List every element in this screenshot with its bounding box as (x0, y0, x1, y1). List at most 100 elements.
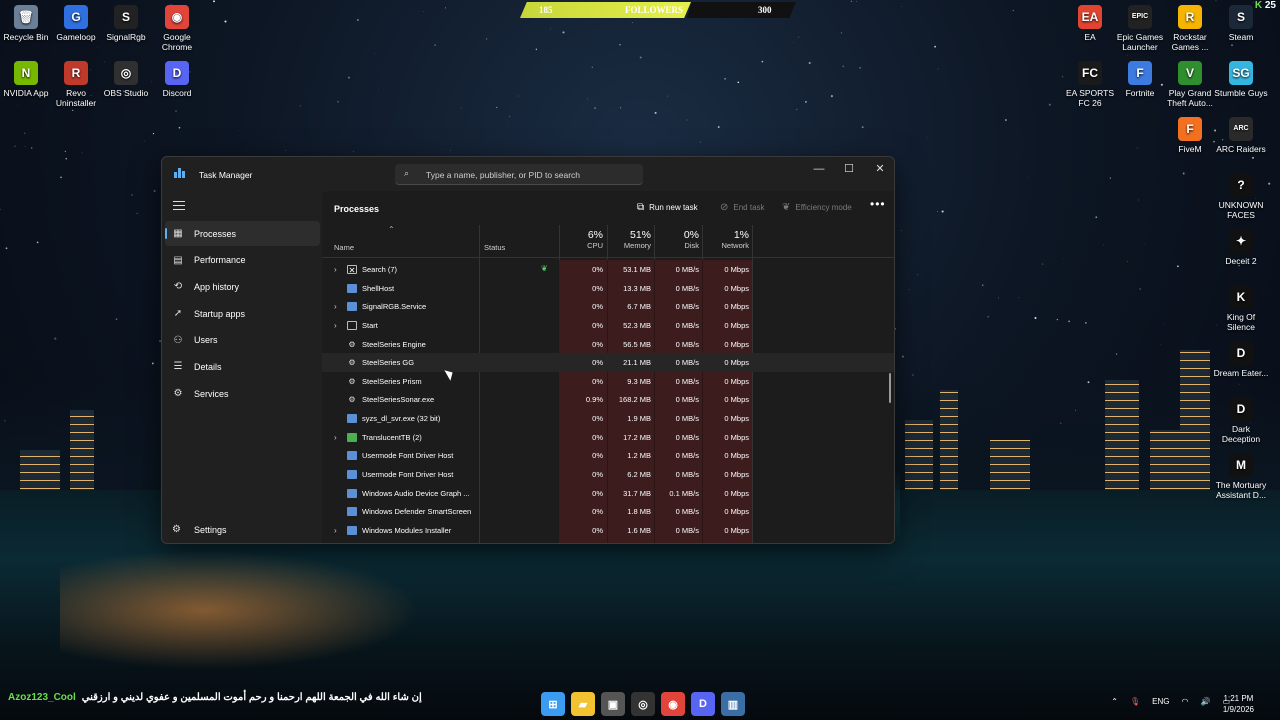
title-bar[interactable]: Task Manager ⌕ Type a name, publisher, o… (162, 157, 894, 191)
process-row[interactable]: syzs_dl_svr.exe (32 bit) 0% 1.9 MB 0 MB/s 0 … (322, 409, 894, 428)
desktop-shortcut[interactable]: G Gameloop (48, 5, 104, 42)
vertical-scrollbar[interactable] (889, 373, 891, 403)
hamburger-menu-icon[interactable] (173, 201, 185, 213)
nav-processes[interactable]: ▦ Processes (165, 221, 320, 246)
column-cpu[interactable]: 6% CPU (559, 225, 607, 257)
star (856, 0, 857, 2)
desktop-shortcut[interactable]: EA EA (1062, 5, 1118, 42)
process-row[interactable]: ⚙ SteelSeries Prism 0% 9.3 MB 0 MB/s 0 Mbps (322, 372, 894, 391)
process-row[interactable]: Windows Defender SmartScreen 0% 1.8 MB 0 MB… (322, 502, 894, 521)
nav-services[interactable]: ⚙ Services (165, 381, 320, 406)
steelseries-icon: ⚙ (348, 339, 356, 349)
desktop-shortcut[interactable]: 🗑 Recycle Bin (0, 5, 54, 42)
taskbar-clock[interactable]: 1:21 PM 1/9/2026 (1223, 693, 1254, 715)
file-explorer-icon[interactable]: ▰ (571, 692, 595, 716)
gta-icon: V (1178, 61, 1202, 85)
expand-chevron-icon[interactable]: › (334, 321, 337, 330)
star (842, 65, 845, 68)
nav-details[interactable]: ☰ Details (165, 354, 320, 379)
desktop-shortcut[interactable]: N NVIDIA App (0, 61, 54, 98)
nav-startup-apps[interactable]: ➚ Startup apps (165, 301, 320, 326)
volume-icon[interactable]: 🔊 (1200, 697, 1210, 706)
desktop-shortcut[interactable]: V Play Grand Theft Auto... (1162, 61, 1218, 108)
process-row[interactable]: › SignalRGB.Service 0% 6.7 MB 0 MB/s 0 Mbps (322, 297, 894, 316)
star (54, 337, 57, 340)
chevron-up-icon[interactable]: ⌃ (1111, 697, 1118, 706)
process-row[interactable]: ⚙ SteelSeries Engine 0% 56.5 MB 0 MB/s 0 Mbps (322, 335, 894, 354)
desktop-shortcut[interactable]: D Dark Deception (1213, 397, 1269, 444)
desktop-shortcut[interactable]: ◉ Google Chrome (149, 5, 205, 52)
star (496, 106, 498, 108)
process-row[interactable]: › TranslucentTB (2) 0% 17.2 MB 0 MB/s 0 Mbps (322, 428, 894, 447)
desktop-shortcut[interactable]: ARC ARC Raiders (1213, 117, 1269, 154)
expand-chevron-icon[interactable]: › (334, 302, 337, 311)
expand-chevron-icon[interactable]: › (334, 265, 337, 274)
column-memory[interactable]: 51% Memory (607, 225, 654, 257)
column-disk[interactable]: 0% Disk (654, 225, 702, 257)
nav-app-history[interactable]: ⟲ App history (165, 274, 320, 299)
star (761, 60, 764, 63)
star (178, 126, 181, 129)
microsoft-store-icon[interactable]: ▣ (601, 692, 625, 716)
windows-start-icon[interactable]: ⊞ (541, 692, 565, 716)
desktop-shortcut[interactable]: D Discord (149, 61, 205, 98)
star (1252, 1, 1254, 3)
desktop-shortcut[interactable]: R Revo Uninstaller (48, 61, 104, 108)
minimize-button[interactable]: — (804, 160, 834, 178)
desktop-shortcut[interactable]: S SignalRgb (98, 5, 154, 42)
expand-chevron-icon[interactable]: › (334, 526, 337, 535)
nav-settings[interactable]: ⚙ Settings (165, 517, 320, 542)
end-task-button[interactable]: ⊘ End task (720, 202, 765, 213)
desktop-shortcut[interactable]: ◎ OBS Studio (98, 61, 154, 98)
desktop-shortcut[interactable]: SG Stumble Guys (1213, 61, 1269, 98)
sort-arrow-icon: ⌃ (388, 225, 395, 234)
process-row[interactable]: › ✕ Search (7) ❦ 0% 53.1 MB 0 MB/s 0 Mbps (322, 260, 894, 279)
process-row[interactable]: ⚙ SteelSeries GG 0% 21.1 MB 0 MB/s 0 Mbps (322, 353, 894, 372)
desktop-shortcut[interactable]: ? UNKNOWN FACES (1213, 173, 1269, 220)
chrome-taskbar-icon[interactable]: ◉ (661, 692, 685, 716)
star (64, 150, 66, 152)
wifi-icon[interactable]: ◠ (1181, 697, 1188, 706)
nav-performance[interactable]: ▤ Performance (165, 248, 320, 273)
process-row[interactable]: › Windows Modules Installer 0% 1.6 MB 0 MB/s… (322, 521, 894, 540)
process-row[interactable]: Windows Audio Device Graph ... 0% 31.7 MB 0… (322, 484, 894, 503)
desktop-shortcut[interactable]: R Rockstar Games ... (1162, 5, 1218, 52)
obs-taskbar-icon[interactable]: ◎ (631, 692, 655, 716)
process-cpu: 0% (592, 283, 603, 293)
process-row[interactable]: Usermode Font Driver Host 0% 6.2 MB 0 MB/s 0… (322, 465, 894, 484)
efficiency-mode-button[interactable]: ❦ Efficiency mode (782, 202, 852, 213)
column-network[interactable]: 1% Network (702, 225, 752, 257)
desktop-shortcut[interactable]: K King Of Silence (1213, 285, 1269, 332)
desktop-shortcut[interactable]: D Dream Eater... (1213, 341, 1269, 378)
shortcut-label: Recycle Bin (3, 32, 49, 42)
star (631, 21, 633, 23)
task-manager-taskbar-icon[interactable]: ▥ (721, 692, 745, 716)
close-button[interactable]: ✕ (865, 160, 894, 178)
process-row[interactable]: › Start 0% 52.3 MB 0 MB/s 0 Mbps (322, 316, 894, 335)
microphone-icon[interactable]: 🎙 (1130, 697, 1140, 706)
star (654, 111, 657, 114)
settings-gear-icon: ⚙ (172, 524, 181, 535)
search-box[interactable]: ⌕ Type a name, publisher, or PID to sear… (395, 164, 643, 185)
desktop-shortcut[interactable]: ✦ Deceit 2 (1213, 229, 1269, 266)
maximize-button[interactable]: ☐ (834, 160, 864, 178)
process-row[interactable]: ⚙ SteelSeriesSonar.exe 0.9% 168.2 MB 0 MB/s 0… (322, 390, 894, 409)
language-indicator[interactable]: ENG (1152, 697, 1169, 706)
more-options-button[interactable]: ••• (870, 197, 886, 211)
desktop-shortcut[interactable]: M The Mortuary Assistant D... (1213, 453, 1269, 500)
desktop-shortcut[interactable]: EPIC Epic Games Launcher (1112, 5, 1168, 52)
expand-chevron-icon[interactable]: › (334, 433, 337, 442)
task-manager-window[interactable]: Task Manager ⌕ Type a name, publisher, o… (161, 156, 895, 544)
process-cpu: 0% (592, 302, 603, 312)
run-new-task-button[interactable]: ⧉ Run new task (637, 202, 698, 213)
desktop-shortcut[interactable]: F FiveM (1162, 117, 1218, 154)
nav-users[interactable]: ⚇ Users (165, 328, 320, 353)
process-row[interactable]: Usermode Font Driver Host 0% 1.2 MB 0 MB/s 0… (322, 446, 894, 465)
desktop-shortcut[interactable]: F Fortnite (1112, 61, 1168, 98)
process-memory: 6.7 MB (627, 302, 651, 312)
discord-taskbar-icon[interactable]: D (691, 692, 715, 716)
stumble-icon: SG (1229, 61, 1253, 85)
process-row[interactable]: ShellHost 0% 13.3 MB 0 MB/s 0 Mbps (322, 279, 894, 298)
fivem-icon: F (1178, 117, 1202, 141)
desktop-shortcut[interactable]: FC EA SPORTS FC 26 (1062, 61, 1118, 108)
